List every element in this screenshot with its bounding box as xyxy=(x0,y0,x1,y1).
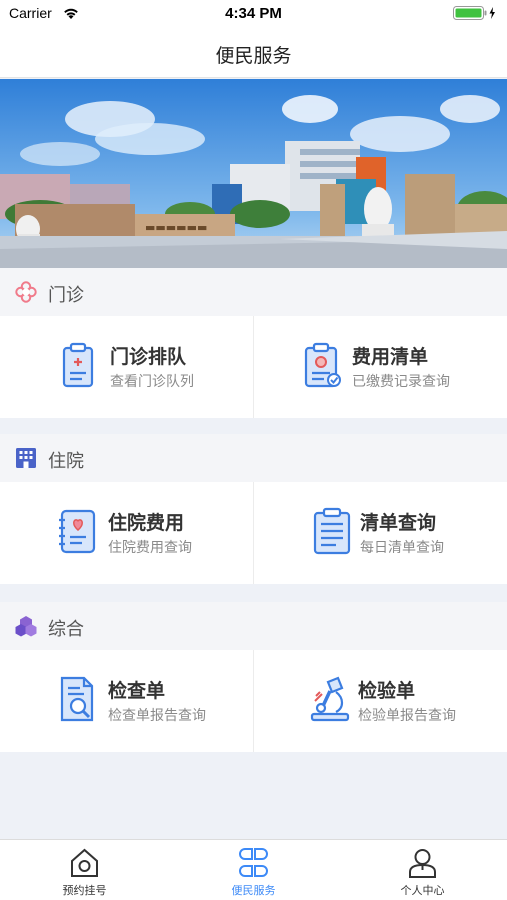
inpatient-card-row: 住院费用 住院费用查询 清单查询 每日清单查询 xyxy=(0,482,507,584)
lab-test-card[interactable]: 检验单 检验单报告查询 xyxy=(254,650,507,752)
cubes-icon xyxy=(15,616,37,637)
section-header-general: 综合 xyxy=(0,602,507,650)
home-icon xyxy=(71,848,98,877)
examination-card[interactable]: 检查单 检查单报告查询 xyxy=(0,650,253,752)
list-clipboard-icon xyxy=(313,507,351,555)
fee-badge-icon xyxy=(304,342,341,388)
person-icon xyxy=(409,849,436,878)
svg-text:▬▬▬▬▬▬: ▬▬▬▬▬▬ xyxy=(145,221,207,234)
card-title: 费用清单 xyxy=(352,346,429,368)
tab-label: 个人中心 xyxy=(400,884,445,897)
card-subtitle: 已缴费记录查询 xyxy=(352,374,450,390)
building-icon xyxy=(16,448,36,468)
tab-appointment[interactable]: 预约挂号 xyxy=(0,840,169,900)
section-header-outpatient: 门诊 xyxy=(0,268,507,316)
clock: 4:34 PM xyxy=(225,5,282,22)
tab-label: 预约挂号 xyxy=(62,884,107,897)
card-subtitle: 检查单报告查询 xyxy=(108,708,206,724)
tab-bar: 预约挂号 便民服务 个人中心 xyxy=(0,839,507,900)
grid-clover-icon xyxy=(239,848,268,877)
hospital-banner-image: ▬▬▬▬▬▬ xyxy=(0,79,507,268)
battery-icon xyxy=(453,6,495,20)
section-header-inpatient: 住院 xyxy=(0,434,507,482)
tab-personal-center[interactable]: 个人中心 xyxy=(338,840,507,900)
heart-notebook-icon xyxy=(59,509,96,554)
card-title: 清单查询 xyxy=(360,512,437,534)
tab-convenience-services[interactable]: 便民服务 xyxy=(169,840,338,900)
navigation-bar: 便民服务 xyxy=(0,28,507,78)
card-subtitle: 每日清单查询 xyxy=(360,540,444,556)
status-bar: Carrier 4:34 PM xyxy=(0,0,507,28)
inpatient-fee-card[interactable]: 住院费用 住院费用查询 xyxy=(0,482,253,584)
card-subtitle: 住院费用查询 xyxy=(108,540,192,556)
fee-list-card[interactable]: 费用清单 已缴费记录查询 xyxy=(254,316,507,418)
card-title: 住院费用 xyxy=(108,512,185,534)
section-label: 门诊 xyxy=(48,285,84,306)
daily-list-card[interactable]: 清单查询 每日清单查询 xyxy=(254,482,507,584)
general-card-row: 检查单 检查单报告查询 检验单 检验单报告查询 xyxy=(0,650,507,752)
card-title: 门诊排队 xyxy=(110,346,187,368)
tab-label: 便民服务 xyxy=(231,884,276,897)
page-title: 便民服务 xyxy=(215,45,292,67)
card-title: 检查单 xyxy=(108,680,166,702)
flower-icon xyxy=(15,281,37,303)
section-label: 住院 xyxy=(48,451,84,472)
card-subtitle: 检验单报告查询 xyxy=(358,708,456,724)
queue-clipboard-icon xyxy=(62,342,94,388)
outpatient-queue-card[interactable]: 门诊排队 查看门诊队列 xyxy=(0,316,253,418)
outpatient-card-row: 门诊排队 查看门诊队列 费用清单 已缴费记录查询 xyxy=(0,316,507,418)
card-subtitle: 查看门诊队列 xyxy=(110,374,194,390)
card-title: 检验单 xyxy=(358,680,416,702)
magnifier-document-icon xyxy=(60,676,94,722)
section-label: 综合 xyxy=(48,619,84,640)
microscope-icon xyxy=(310,676,350,722)
